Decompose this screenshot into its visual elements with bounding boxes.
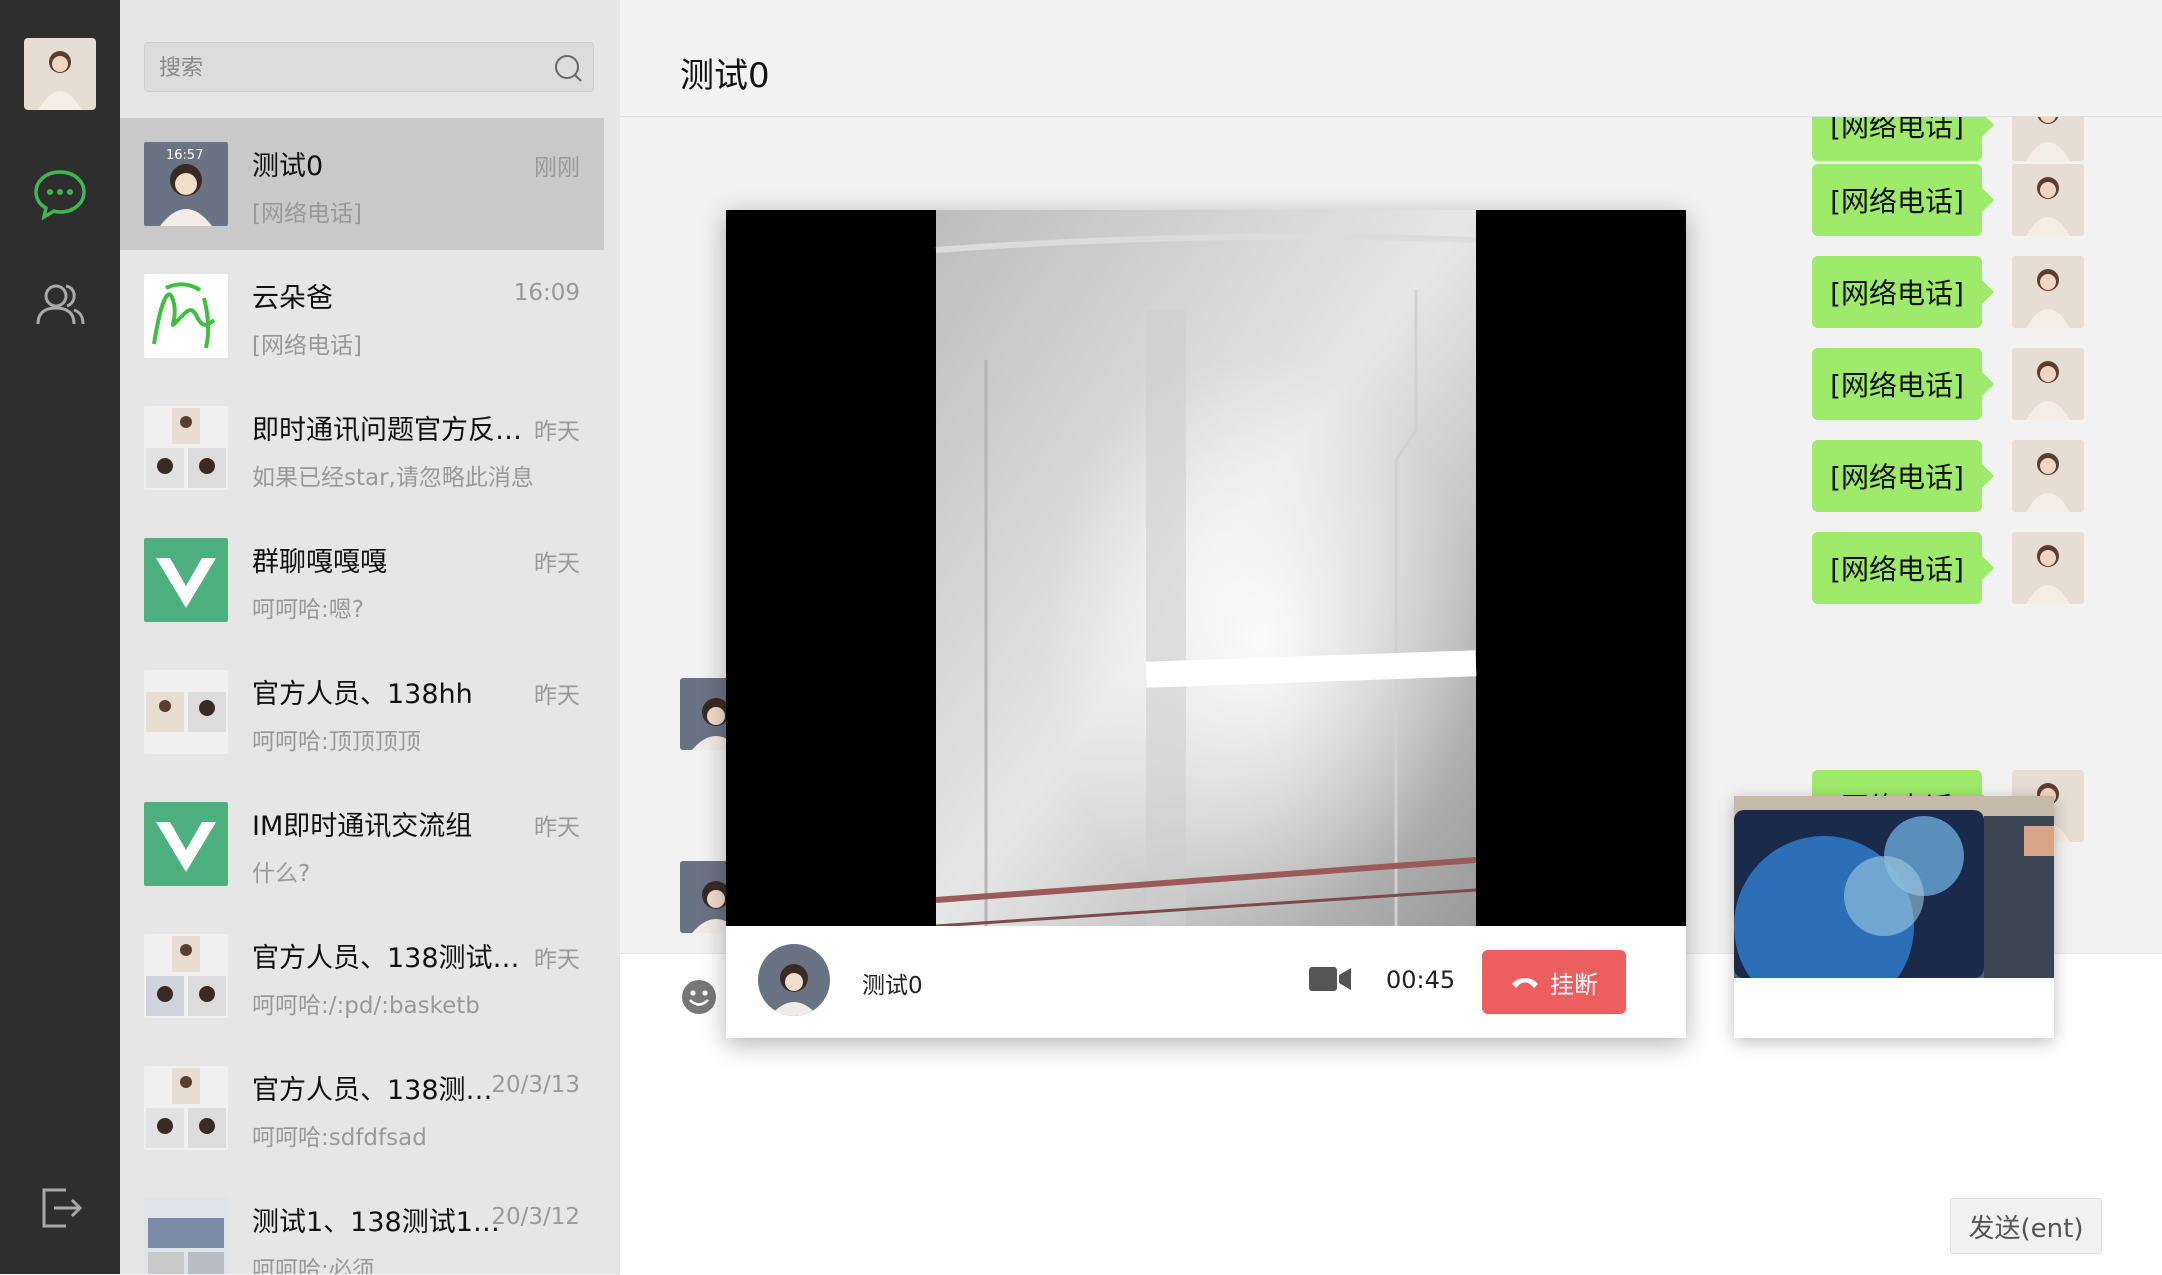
chat-header: 测试0: [620, 0, 2162, 117]
conversation-preview: 呵呵哈:嗯?: [252, 597, 364, 623]
search-input[interactable]: [157, 43, 541, 93]
my-avatar: [2012, 256, 2084, 328]
conversation-item[interactable]: 群聊嘎嘎嘎 昨天 呵呵哈:嗯?: [120, 514, 604, 646]
call-peer-avatar: [758, 944, 830, 1016]
conversation-name: 测试0: [252, 151, 324, 182]
contacts-icon[interactable]: [30, 274, 90, 334]
conversation-item[interactable]: 测试1、138测试1… 20/3/12 呵呵哈:必须: [120, 1174, 604, 1274]
logout-icon[interactable]: [30, 1178, 90, 1238]
phone-hangup-icon: [1510, 968, 1540, 996]
group-avatar: [144, 406, 228, 490]
send-button[interactable]: 发送(ent): [1950, 1198, 2102, 1254]
group-avatar: [144, 670, 228, 754]
conversation-preview: 呵呵哈:必须: [252, 1257, 375, 1274]
chat-icon[interactable]: [30, 164, 90, 224]
conversation-preview: [网络电话]: [252, 201, 362, 227]
conversation-preview: 呵呵哈:sdfdfsad: [252, 1125, 427, 1151]
conversation-time: 昨天: [534, 683, 580, 709]
conversation-name: 群聊嘎嘎嘎: [252, 547, 387, 578]
group-avatar: [144, 1198, 228, 1274]
conversation-time: 20/3/12: [491, 1204, 580, 1230]
conversation-name: IM即时通讯交流组: [252, 811, 473, 842]
video-camera-icon[interactable]: [1308, 964, 1352, 998]
local-video-preview[interactable]: [1734, 796, 2054, 1038]
my-avatar: [2012, 117, 2084, 161]
conversation-item[interactable]: 16:57 测试0 刚刚 [网络电话]: [120, 118, 604, 250]
emoji-icon[interactable]: [680, 978, 718, 1020]
hangup-label: 挂断: [1550, 970, 1598, 999]
message-bubble[interactable]: [网络电话]: [1812, 117, 1994, 161]
conversation-preview: 呵呵哈:顶顶顶顶: [252, 729, 421, 755]
conversation-list: 16:57 测试0 刚刚 [网络电话] 云朵爸 16:09 [网络电话] 即时通…: [120, 0, 620, 1274]
conversation-name: 即时通讯问题官方反…: [252, 415, 522, 446]
message-bubble[interactable]: [网络电话]: [1812, 164, 1994, 236]
my-avatar: [2012, 440, 2084, 512]
conversation-preview: 呵呵哈:/:pd/:basketb: [252, 993, 480, 1019]
conversation-time: 16:09: [513, 280, 580, 306]
conversation-avatar: [144, 274, 228, 358]
call-peer-name: 测试0: [862, 973, 923, 999]
conversation-item[interactable]: 官方人员、138测试… 昨天 呵呵哈:/:pd/:basketb: [120, 910, 604, 1042]
vue-logo-avatar: [144, 802, 228, 886]
search-box: [144, 42, 594, 93]
remote-video: [726, 210, 1686, 926]
conversation-name: 官方人员、138hh: [252, 679, 473, 710]
conversation-name: 官方人员、138测…: [252, 1075, 493, 1106]
video-call-window: 测试0 00:45 挂断: [726, 210, 1686, 1038]
message-bubble[interactable]: [网络电话]: [1812, 440, 1994, 512]
conversation-item[interactable]: 即时通讯问题官方反… 昨天 如果已经star,请忽略此消息: [120, 382, 604, 514]
conversation-time: 20/3/13: [491, 1072, 580, 1098]
conversation-item[interactable]: IM即时通讯交流组 昨天 什么?: [120, 778, 604, 910]
conversation-avatar: 16:57: [144, 142, 228, 226]
conversation-preview: [网络电话]: [252, 333, 362, 359]
conversation-time: 昨天: [534, 551, 580, 577]
conversation-name: 测试1、138测试1…: [252, 1207, 500, 1238]
conversation-item[interactable]: 云朵爸 16:09 [网络电话]: [120, 250, 604, 382]
conversation-item[interactable]: 官方人员、138hh 昨天 呵呵哈:顶顶顶顶: [120, 646, 604, 778]
conversation-time: 昨天: [534, 419, 580, 445]
conversation-name: 官方人员、138测试…: [252, 943, 520, 974]
message-bubble[interactable]: [网络电话]: [1812, 256, 1994, 328]
message-bubble[interactable]: [网络电话]: [1812, 348, 1994, 420]
conversation-preview: 如果已经star,请忽略此消息: [252, 465, 534, 491]
chat-title: 测试0: [680, 56, 770, 96]
hangup-button[interactable]: 挂断: [1482, 950, 1626, 1014]
my-avatar[interactable]: [24, 38, 96, 110]
conversation-name: 云朵爸: [252, 283, 333, 314]
conversation-time: 刚刚: [534, 155, 580, 181]
conversation-time: 昨天: [534, 815, 580, 841]
message-bubble[interactable]: [网络电话]: [1812, 532, 1994, 604]
my-avatar: [2012, 532, 2084, 604]
search-icon[interactable]: [553, 53, 583, 87]
conversation-time: 昨天: [534, 947, 580, 973]
vue-logo-avatar: [144, 538, 228, 622]
group-avatar: [144, 1066, 228, 1150]
my-avatar: [2012, 348, 2084, 420]
call-duration: 00:45: [1386, 966, 1456, 994]
group-avatar: [144, 934, 228, 1018]
conversation-item[interactable]: 官方人员、138测… 20/3/13 呵呵哈:sdfdfsad: [120, 1042, 604, 1174]
app-sidebar: [0, 0, 120, 1274]
conversation-preview: 什么?: [252, 861, 311, 887]
svg-text:16:57: 16:57: [166, 148, 203, 163]
my-avatar: [2012, 164, 2084, 236]
call-control-bar: 测试0 00:45 挂断: [726, 926, 1686, 1038]
